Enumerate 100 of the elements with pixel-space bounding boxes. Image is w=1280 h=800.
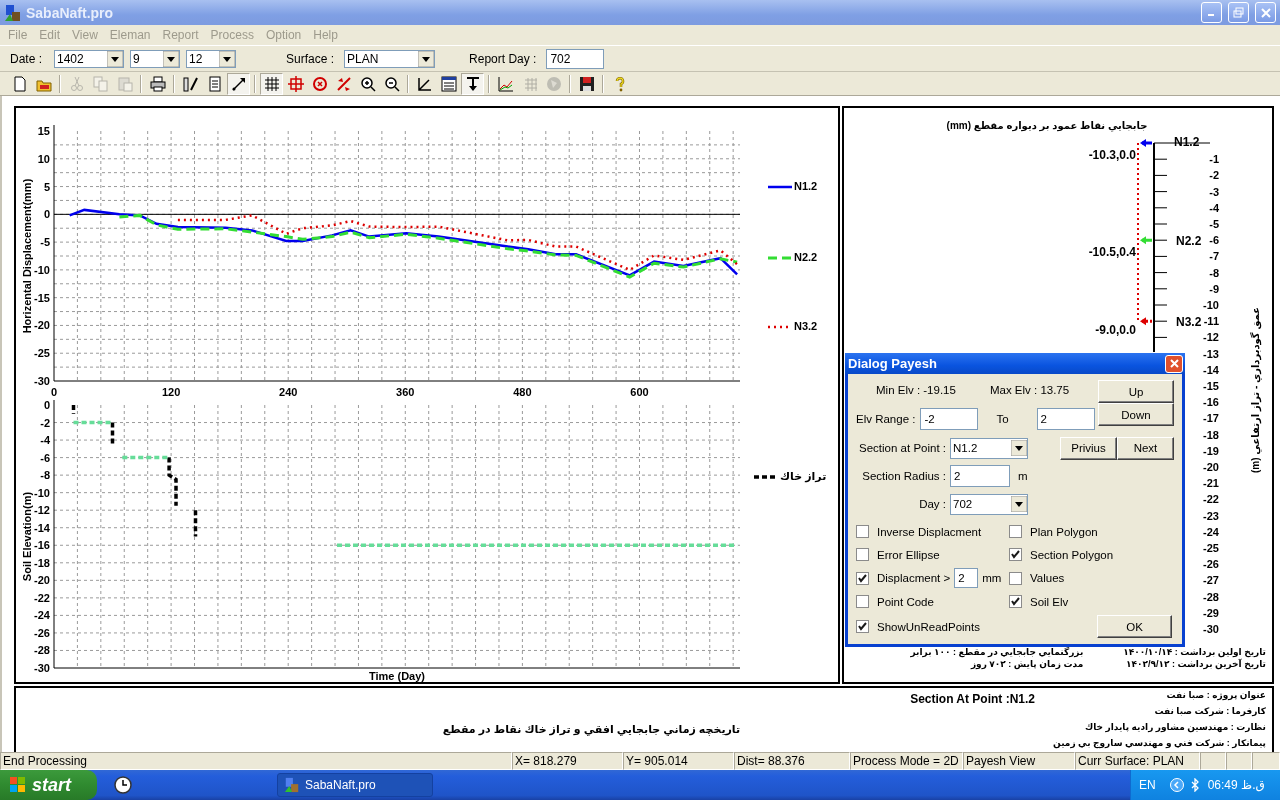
- toolbar-button[interactable]: [260, 72, 283, 95]
- depth-label: -4: [1209, 201, 1219, 214]
- axis-tick-label: -20: [34, 574, 50, 587]
- radius-field[interactable]: 2: [950, 465, 1010, 487]
- depth-label: -20: [1203, 461, 1219, 473]
- slash-icon: [335, 75, 352, 92]
- checkbox[interactable]: Error Ellipse: [856, 545, 1009, 564]
- depth-label: -1: [1209, 153, 1219, 166]
- report-day-field[interactable]: 702: [546, 48, 605, 69]
- status-field: Curr Surface: PLAN: [1075, 752, 1200, 770]
- point-nav-button[interactable]: Privius: [1060, 436, 1117, 460]
- unit-label: mm: [982, 572, 1002, 584]
- threshold-field[interactable]: 2: [954, 568, 979, 588]
- axis-tick-label: 15: [37, 125, 50, 137]
- checkbox[interactable]: Soil Elv: [1009, 592, 1174, 611]
- note-text: بزرگنمايي جابجايي در مقطع : ۱۰۰ برابر: [910, 647, 1084, 657]
- month-dropdown[interactable]: 9: [130, 49, 180, 68]
- checkbox[interactable]: Point Code: [856, 592, 1009, 611]
- depth-label: -2: [1209, 169, 1219, 182]
- depth-label: -21: [1203, 477, 1219, 490]
- circle-x-icon: [311, 75, 328, 92]
- dropdown-arrow-icon: [219, 50, 235, 67]
- ruler-pencil-icon: [182, 75, 199, 92]
- new-document-icon: [11, 75, 28, 92]
- project-info-line: كارفرما : شركت صبا نفت: [1154, 706, 1266, 717]
- dropdown-arrow-icon: [1011, 440, 1027, 456]
- legend-label: N2.2: [794, 251, 818, 263]
- depth-label: -16: [1203, 396, 1219, 409]
- axis-tick-label: -8: [40, 469, 50, 482]
- nav-button[interactable]: Up: [1098, 380, 1174, 403]
- dropdown-arrow-icon: [163, 50, 179, 67]
- dropdown-arrow-icon: [418, 50, 435, 67]
- checkbox[interactable]: Plan Polygon: [1009, 522, 1174, 541]
- depth-label: -10: [1203, 299, 1219, 311]
- depth-label: -18: [1203, 428, 1219, 441]
- depth-label: -22: [1203, 493, 1219, 506]
- checkbox[interactable]: Displacment >: [856, 568, 951, 588]
- nav-button[interactable]: Down: [1098, 403, 1174, 426]
- axis-tick-label: 0: [50, 386, 58, 398]
- surface-label: Surface :: [286, 51, 335, 66]
- legend-label: N3.2: [794, 320, 818, 332]
- start-button[interactable]: start: [0, 770, 97, 800]
- depth-label: -23: [1203, 509, 1219, 522]
- unit-label: m: [1018, 470, 1028, 482]
- checkbox[interactable]: Inverse Displacment: [856, 522, 1009, 541]
- depth-label: -9: [1209, 282, 1219, 295]
- max-elevation-text: Max Elv : 13.75: [989, 384, 1070, 396]
- depth-label: -12: [1203, 331, 1219, 344]
- toolbar-button[interactable]: [461, 72, 484, 95]
- chevron-icon[interactable]: [1169, 778, 1184, 792]
- close-button[interactable]: [1255, 2, 1276, 23]
- checkbox[interactable]: Section Polygon: [1009, 545, 1174, 564]
- axes-icon: [416, 75, 433, 92]
- displacement-reading: -9.0,0.0: [1095, 323, 1136, 338]
- axis-tick-label: 0: [43, 208, 50, 221]
- dropdown-arrow-icon: [1011, 496, 1027, 512]
- legend-line-icon: [768, 185, 792, 189]
- axis-tick-label: 240: [279, 386, 298, 398]
- depth-label: -14: [1203, 363, 1219, 376]
- zoom-out-icon: [383, 75, 400, 92]
- toolbar-button[interactable]: [227, 72, 250, 95]
- legend-line-icon: [754, 475, 778, 479]
- depth-label: -6: [1209, 234, 1219, 247]
- depth-label: -29: [1203, 606, 1219, 619]
- ok-button[interactable]: OK: [1097, 615, 1172, 638]
- paste-icon: [116, 75, 133, 92]
- taskbar-button[interactable]: SabaNaft.pro: [277, 773, 433, 797]
- depth-label: -5: [1209, 218, 1219, 230]
- year-dropdown[interactable]: 1402: [54, 49, 124, 68]
- checkbox[interactable]: ShowUnReadPoints: [856, 617, 1009, 636]
- bluetooth-icon[interactable]: [1189, 778, 1200, 792]
- axis-tick-label: 480: [513, 386, 532, 398]
- point-dropdown[interactable]: N1.2: [950, 437, 1028, 459]
- axis-tick-label: -5: [40, 236, 50, 249]
- clock-icon[interactable]: [113, 775, 133, 795]
- language-indicator[interactable]: EN: [1139, 778, 1156, 792]
- depth-label: -15: [1203, 380, 1219, 392]
- field-label: Elv Range :: [856, 413, 916, 425]
- status-field: X= 818.279: [512, 752, 623, 770]
- checkbox[interactable]: Values: [1009, 568, 1174, 588]
- dropdown-arrow-icon: [107, 50, 123, 67]
- field-label: Section Radius :: [861, 470, 947, 482]
- line-chart-icon: [497, 75, 514, 92]
- status-panel: [1226, 752, 1252, 770]
- restore-icon: [1233, 7, 1244, 18]
- day-dropdown[interactable]: 12: [186, 49, 236, 68]
- minimize-button[interactable]: [1201, 2, 1222, 23]
- point-label: N3.2: [1176, 315, 1202, 330]
- app-icon: [4, 3, 22, 22]
- close-button[interactable]: [1165, 354, 1183, 373]
- window-title: SabaNaft.pro: [26, 4, 115, 21]
- point-nav-button[interactable]: Next: [1117, 436, 1174, 460]
- surface-dropdown[interactable]: PLAN: [344, 49, 436, 68]
- elevation-to-field[interactable]: 2: [1036, 408, 1095, 430]
- legend-label: N1.2: [794, 180, 818, 192]
- restore-button[interactable]: [1228, 2, 1249, 23]
- day-dropdown[interactable]: 702: [950, 493, 1028, 515]
- depth-label: -19: [1203, 444, 1219, 457]
- elevation-from-field[interactable]: -2: [920, 408, 979, 430]
- note-text: مدت زمان پايش : ۷۰۲ روز: [969, 659, 1084, 669]
